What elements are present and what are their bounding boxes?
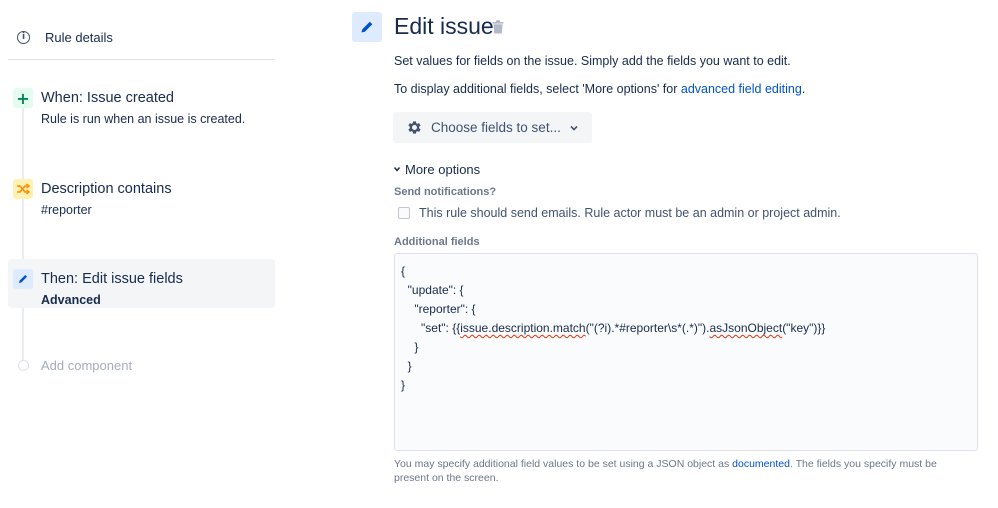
more-options-toggle[interactable]: More options: [393, 160, 480, 178]
json-line-squiggle: "set": {{issue.description.match("(?i).*…: [401, 321, 826, 335]
trash-icon[interactable]: [492, 20, 506, 36]
main-panel: Edit issue Set values for fields on the …: [352, 0, 992, 508]
more-options-label: More options: [405, 161, 481, 177]
json-line: "reporter": {: [401, 302, 476, 316]
step-title: When: Issue created: [41, 90, 174, 106]
rule-details-label: Rule details: [45, 29, 113, 45]
documented-link[interactable]: documented: [732, 458, 790, 470]
pencil-icon: [13, 269, 33, 289]
info-icon: i: [17, 30, 30, 44]
chevron-down-icon: [570, 125, 578, 131]
json-line: }: [401, 340, 419, 354]
send-notifications-label: Send notifications?: [394, 186, 497, 198]
description-text: Set values for fields on the issue. Simp…: [394, 54, 791, 68]
hint-text: To display additional fields, select 'Mo…: [394, 82, 681, 96]
step-action[interactable]: Then: Edit issue fields Advanced: [8, 259, 275, 308]
help-prefix: You may specify additional field values …: [394, 458, 733, 470]
timeline-line: [22, 92, 24, 362]
send-notifications-text: This rule should send emails. Rule actor…: [419, 206, 841, 220]
plus-icon: +: [13, 88, 33, 108]
step-title: Then: Edit issue fields: [41, 271, 183, 287]
gear-icon: [408, 121, 421, 134]
chevron-down-icon: [393, 167, 401, 172]
json-line: }: [401, 359, 412, 373]
page-title: Edit issue: [394, 13, 494, 39]
step-condition[interactable]: Description contains #reporter: [8, 169, 275, 219]
rule-details-item[interactable]: i Rule details: [8, 22, 274, 52]
add-component-dot-icon: [18, 360, 29, 371]
send-notifications-row: This rule should send emails. Rule actor…: [398, 206, 841, 220]
send-notifications-checkbox[interactable]: [398, 207, 410, 219]
step-subtitle: Rule is run when an issue is created.: [41, 112, 246, 126]
step-trigger[interactable]: + When: Issue created Rule is run when a…: [8, 78, 275, 128]
shuffle-icon: [13, 179, 33, 199]
choose-fields-button[interactable]: Choose fields to set...: [393, 112, 592, 143]
additional-fields-json-editor[interactable]: { "update": { "reporter": { "set": {{iss…: [394, 253, 978, 451]
hint-suffix: .: [801, 82, 806, 96]
step-subtitle: #reporter: [41, 203, 92, 217]
json-line: "update": {: [401, 283, 464, 297]
choose-fields-label: Choose fields to set...: [431, 120, 561, 135]
advanced-field-editing-link[interactable]: advanced field editing: [681, 82, 802, 96]
sidebar: i Rule details + When: Issue created Rul…: [0, 0, 280, 508]
step-title: Description contains: [41, 181, 172, 197]
more-options-hint: To display additional fields, select 'Mo…: [394, 82, 805, 96]
additional-fields-label: Additional fields: [394, 236, 480, 248]
add-component-label: Add component: [41, 358, 133, 373]
pencil-icon: [352, 12, 382, 42]
help-text: You may specify additional field values …: [394, 457, 974, 485]
add-component-button[interactable]: Add component: [8, 353, 275, 379]
json-line: {: [401, 264, 406, 278]
json-line: }: [401, 378, 406, 392]
step-subtitle: Advanced: [41, 293, 101, 307]
sidebar-divider: [8, 59, 275, 60]
